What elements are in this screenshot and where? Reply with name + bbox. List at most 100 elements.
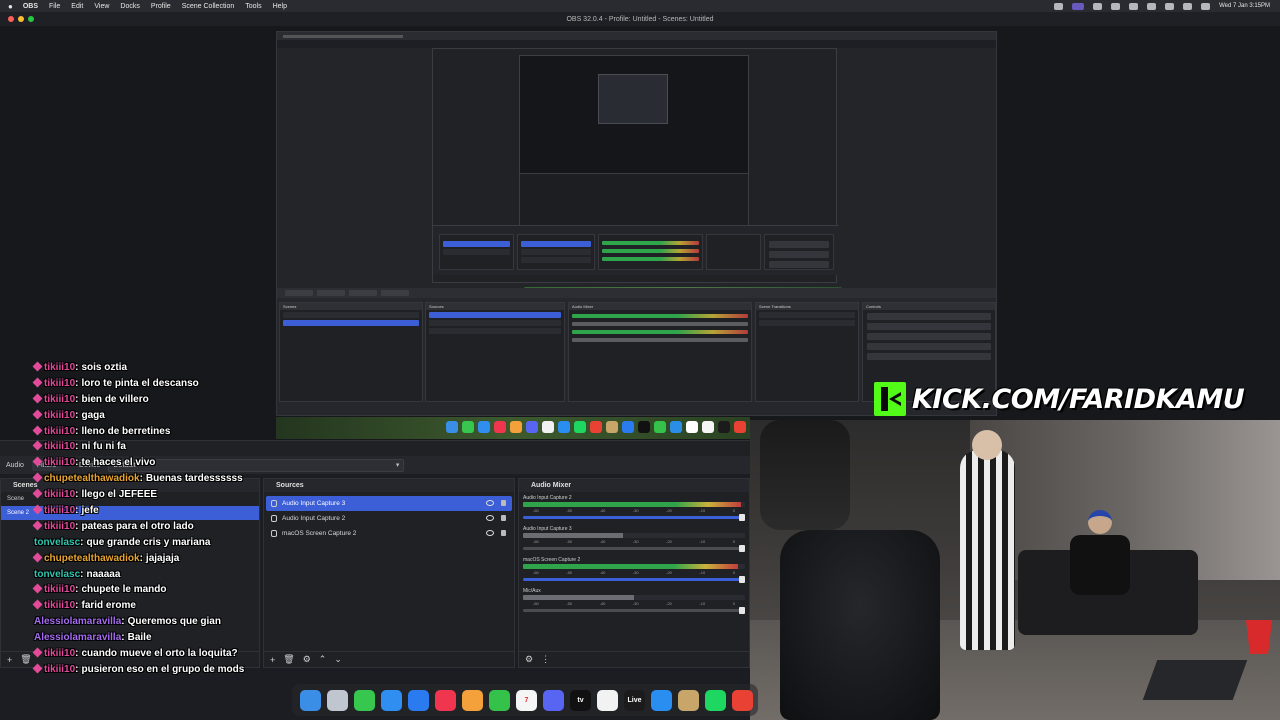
- messages-icon[interactable]: [354, 689, 375, 711]
- appstore-icon[interactable]: [408, 689, 429, 711]
- lock-icon[interactable]: [501, 515, 506, 521]
- zoom-window-button[interactable]: [28, 16, 34, 22]
- menu-profile[interactable]: Profile: [151, 3, 171, 10]
- siri-icon[interactable]: [1201, 2, 1211, 10]
- menu-tools[interactable]: Tools: [245, 3, 261, 10]
- move-down-icon[interactable]: ⌄: [334, 654, 342, 665]
- chat-text: llego el JEFEEE: [81, 489, 158, 501]
- appletv-icon[interactable]: tv: [570, 689, 591, 711]
- facetime-icon[interactable]: [489, 689, 510, 711]
- photos-icon[interactable]: [462, 689, 483, 711]
- chat-username: tikiii10: [44, 377, 76, 389]
- notes-icon[interactable]: [597, 689, 618, 711]
- music-icon[interactable]: [435, 689, 456, 711]
- discord-icon[interactable]: [543, 689, 564, 711]
- status-icon[interactable]: [1129, 2, 1139, 10]
- minimize-window-button[interactable]: [18, 16, 24, 22]
- wifi-icon[interactable]: [1147, 2, 1157, 10]
- mail-icon[interactable]: [381, 689, 402, 711]
- chrome-icon[interactable]: [732, 689, 753, 711]
- chat-separator: :: [80, 536, 84, 548]
- apple-icon[interactable]: ●: [8, 2, 13, 11]
- chat-message: tikiii10: te haces el vivo: [32, 456, 334, 473]
- moderator-badge-icon: [32, 441, 43, 451]
- visibility-eye-icon[interactable]: [486, 515, 494, 521]
- webcam-feed: [750, 420, 1280, 720]
- webcam-seated-person: [1070, 535, 1130, 595]
- chat-message: tikiii10: llego el JEFEEE: [32, 488, 334, 505]
- chat-message: tikiii10: farid erome: [32, 599, 334, 616]
- status-icon[interactable]: [1093, 2, 1103, 10]
- stream-chat-overlay: tikiii10: sois oztia tikiii10: loro te pint…: [32, 361, 334, 680]
- menu-help[interactable]: Help: [273, 3, 287, 10]
- chat-separator: :: [75, 505, 79, 517]
- chat-text: cuando mueve el orto la loquita?: [81, 648, 238, 660]
- volume-meter: [523, 564, 745, 569]
- status-icon[interactable]: [1111, 2, 1121, 10]
- mixer-menu-icon[interactable]: ⋮: [541, 654, 550, 665]
- add-scene-icon[interactable]: +: [7, 655, 12, 665]
- safari-icon[interactable]: [651, 689, 672, 711]
- visibility-eye-icon[interactable]: [486, 500, 494, 506]
- chat-text: jajajaja: [145, 552, 180, 564]
- mixer-channel-name: Audio Input Capture 3: [523, 526, 572, 532]
- mixer-toolbar: ⚙ ⋮: [519, 651, 749, 667]
- menu-edit[interactable]: Edit: [71, 3, 83, 10]
- close-window-button[interactable]: [8, 16, 14, 22]
- chat-message: tikiii10: chupete le mando: [32, 584, 334, 600]
- chat-separator: :: [75, 362, 79, 373]
- lock-icon[interactable]: [501, 500, 506, 506]
- chat-message: tonvelasc: que grande cris y mariana: [34, 537, 334, 553]
- window-titlebar: OBS 32.0.4 - Profile: Untitled - Scenes:…: [0, 12, 1280, 26]
- moderator-badge-icon: [32, 584, 43, 594]
- control-center-icon[interactable]: [1183, 2, 1193, 10]
- menu-scene-collection[interactable]: Scene Collection: [182, 3, 235, 10]
- chat-separator: :: [75, 520, 79, 532]
- launchpad-icon[interactable]: [327, 689, 348, 711]
- spotify-icon[interactable]: [705, 689, 726, 711]
- volume-meter: [523, 502, 745, 507]
- macos-dock: 7 tv Live: [292, 684, 758, 716]
- menu-app-name[interactable]: OBS: [23, 3, 38, 10]
- status-icon[interactable]: [1054, 2, 1064, 10]
- user-icon[interactable]: [1165, 2, 1175, 10]
- meter-tick: -40: [599, 570, 606, 575]
- menu-file[interactable]: File: [49, 3, 60, 10]
- nested-menubar: [277, 32, 996, 40]
- misc-icon[interactable]: [678, 689, 699, 711]
- volume-meter-fill: [523, 533, 623, 538]
- menu-view[interactable]: View: [94, 3, 109, 10]
- nested-preview: [432, 48, 843, 299]
- chat-separator: :: [139, 473, 143, 485]
- volume-slider[interactable]: [523, 607, 745, 614]
- mixer-channel: Audio Input Capture 2 -60 -50 -40 -30 -20 -10 0: [523, 494, 745, 521]
- meter-tick: -40: [599, 508, 606, 513]
- chat-text: pusieron eso en el grupo de mods: [81, 663, 245, 675]
- chat-text: lleno de berretines: [81, 425, 171, 437]
- mac-menubar: ● OBS File Edit View Docks Profile Scene…: [0, 0, 1280, 12]
- chat-separator: :: [75, 425, 79, 437]
- mixer-settings-icon[interactable]: ⚙: [525, 654, 533, 665]
- visibility-eye-icon[interactable]: [486, 530, 494, 536]
- menu-docks[interactable]: Docks: [120, 3, 139, 10]
- volume-meter: [523, 595, 745, 600]
- remove-scene-icon[interactable]: 🗑: [20, 654, 31, 665]
- volume-slider[interactable]: [523, 576, 745, 583]
- chat-username: tikiii10: [44, 362, 76, 373]
- volume-slider[interactable]: [523, 514, 745, 521]
- lock-icon[interactable]: [501, 530, 506, 536]
- obs-status-icon[interactable]: [1072, 2, 1085, 10]
- meter-tick: -50: [566, 539, 573, 544]
- menubar-clock[interactable]: Wed 7 Jan 3:15PM: [1219, 3, 1270, 9]
- volume-meter-fill: [523, 502, 741, 507]
- chat-username: tikiii10: [44, 584, 76, 596]
- moderator-badge-icon: [32, 409, 43, 420]
- live-icon[interactable]: Live: [624, 689, 645, 711]
- chat-message: tikiii10: loro te pinta el descanso: [32, 377, 334, 394]
- chat-text: sois oztia: [81, 362, 128, 373]
- finder-icon[interactable]: [300, 689, 321, 711]
- chat-message: tikiii10: pusieron eso en el grupo de mod…: [32, 663, 334, 680]
- meter-tick: -30: [632, 601, 639, 606]
- volume-slider[interactable]: [523, 545, 745, 552]
- calendar-icon[interactable]: 7: [516, 689, 537, 711]
